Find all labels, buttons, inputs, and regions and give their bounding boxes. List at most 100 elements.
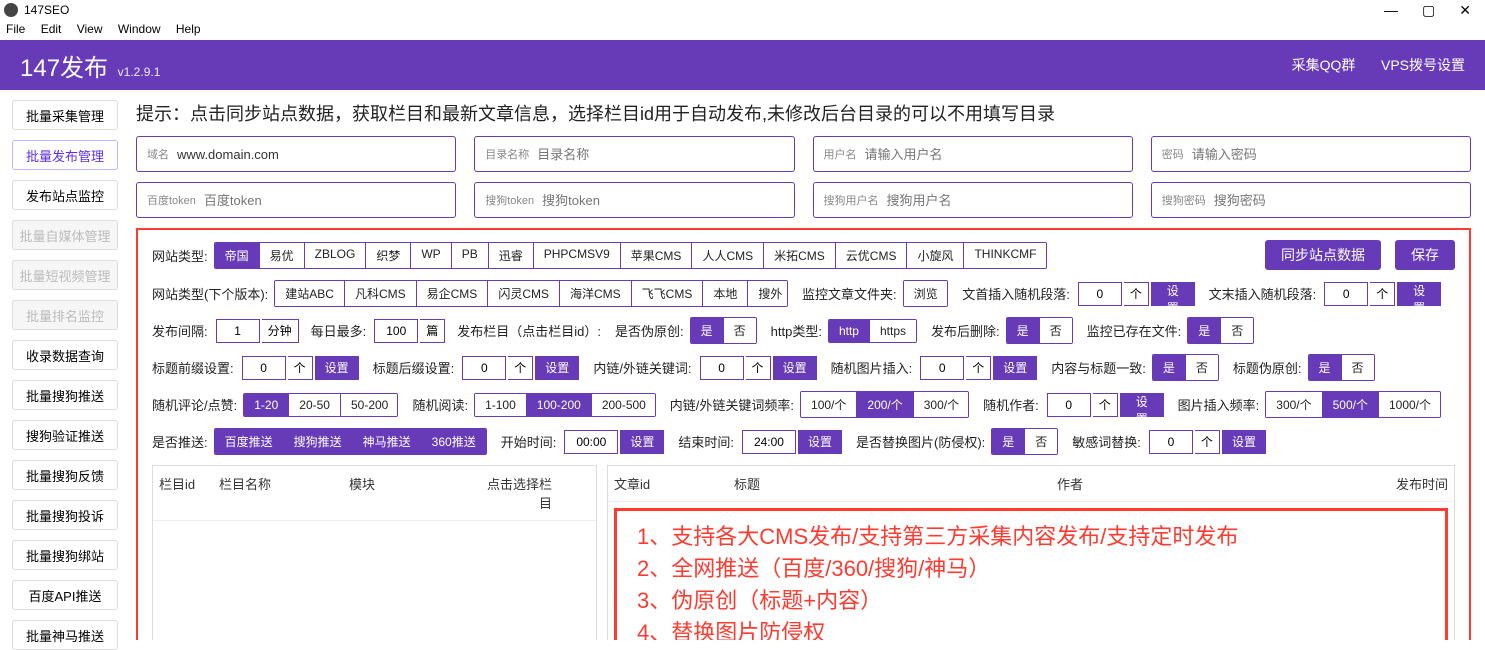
pill-option[interactable]: 1-100 bbox=[475, 394, 527, 416]
sidebar-item[interactable]: 搜狗验证推送 bbox=[12, 420, 118, 450]
sidebar-item[interactable]: 批量搜狗推送 bbox=[12, 380, 118, 410]
maximize-button[interactable]: ▢ bbox=[1422, 2, 1435, 19]
input-field[interactable]: 用户名 bbox=[813, 136, 1133, 172]
input-field[interactable]: 密码 bbox=[1151, 136, 1471, 172]
pill-option[interactable]: 是 bbox=[1188, 318, 1221, 343]
menu-edit[interactable]: Edit bbox=[41, 22, 62, 36]
pill-option[interactable]: 是 bbox=[1007, 318, 1040, 343]
sidebar-item[interactable]: 批量短视频管理 bbox=[12, 260, 118, 290]
pill-option[interactable]: 300/个 bbox=[914, 392, 969, 417]
end-time-set[interactable]: 设置 bbox=[798, 430, 842, 454]
pill-option[interactable]: 是 bbox=[1309, 355, 1342, 380]
pill-option[interactable]: 人人CMS bbox=[692, 243, 764, 268]
pill-option[interactable]: 50-200 bbox=[341, 394, 398, 416]
pill-option[interactable]: 神马推送 bbox=[353, 429, 422, 454]
prefix-input[interactable] bbox=[242, 356, 286, 380]
pill-option[interactable]: 苹果CMS bbox=[621, 243, 693, 268]
sidebar-item[interactable]: 发布站点监控 bbox=[12, 180, 118, 210]
pill-option[interactable]: 200-500 bbox=[592, 394, 656, 416]
pill-option[interactable]: 飞飞CMS bbox=[632, 281, 704, 306]
sidebar-item[interactable]: 百度API推送 bbox=[12, 580, 118, 610]
pill-option[interactable]: 100/个 bbox=[801, 392, 857, 417]
monitor-exist-toggle[interactable]: 是否 bbox=[1187, 317, 1254, 344]
input-field[interactable]: 百度token bbox=[136, 182, 456, 218]
suffix-input[interactable] bbox=[462, 356, 506, 380]
input-field[interactable]: 目录名称 bbox=[474, 136, 794, 172]
delete-after-toggle[interactable]: 是否 bbox=[1006, 317, 1073, 344]
menu-help[interactable]: Help bbox=[176, 22, 201, 36]
pill-option[interactable]: 否 bbox=[1025, 429, 1057, 454]
suffix-set[interactable]: 设置 bbox=[535, 356, 579, 380]
pill-option[interactable]: 米拓CMS bbox=[764, 243, 836, 268]
pill-option[interactable]: 否 bbox=[1186, 355, 1218, 380]
inner-kw-set[interactable]: 设置 bbox=[773, 356, 817, 380]
sidebar-item[interactable]: 批量搜狗绑站 bbox=[12, 540, 118, 570]
pill-option[interactable]: 200/个 bbox=[857, 392, 913, 417]
pill-option[interactable]: 1-20 bbox=[244, 394, 289, 416]
pill-option[interactable]: PHPCMSV9 bbox=[534, 243, 621, 268]
input-field[interactable]: 搜狗密码 bbox=[1151, 182, 1471, 218]
sidebar-item[interactable]: 批量自媒体管理 bbox=[12, 220, 118, 250]
pill-option[interactable]: 小旋风 bbox=[907, 243, 964, 268]
pill-option[interactable]: 否 bbox=[1342, 355, 1374, 380]
pill-option[interactable]: 本地 bbox=[703, 281, 748, 306]
header-link-qq[interactable]: 采集QQ群 bbox=[1292, 57, 1356, 73]
start-time-set[interactable]: 设置 bbox=[620, 430, 664, 454]
input-field[interactable]: 搜狗用户名 bbox=[813, 182, 1133, 218]
sidebar-item[interactable]: 批量采集管理 bbox=[12, 100, 118, 130]
pill-option[interactable]: 帝国 bbox=[215, 243, 260, 268]
pill-option[interactable]: 凡科CMS bbox=[345, 281, 417, 306]
push-options[interactable]: 百度推送搜狗推送神马推送360推送 bbox=[214, 428, 487, 455]
rand-author-set[interactable]: 设置 bbox=[1120, 393, 1164, 417]
sens-set[interactable]: 设置 bbox=[1222, 430, 1266, 454]
articles-table[interactable]: 文章id 标题 作者 发布时间 1、支持各大CMS发布/支持第三方采集内容发布/… bbox=[607, 465, 1455, 640]
pill-option[interactable]: 易企CMS bbox=[417, 281, 489, 306]
http-type-toggle[interactable]: httphttps bbox=[828, 319, 917, 343]
pill-option[interactable]: WP bbox=[411, 243, 451, 268]
pill-option[interactable]: 迅睿 bbox=[489, 243, 534, 268]
img-freq-options[interactable]: 300/个500/个1000/个 bbox=[1265, 391, 1441, 418]
sidebar-item[interactable]: 批量发布管理 bbox=[12, 140, 118, 170]
pill-option[interactable]: 300/个 bbox=[1266, 392, 1322, 417]
menu-window[interactable]: Window bbox=[118, 22, 161, 36]
prefix-set[interactable]: 设置 bbox=[315, 356, 359, 380]
site-type-options[interactable]: 帝国易优ZBLOG织梦WPPB迅睿PHPCMSV9苹果CMS人人CMS米拓CMS… bbox=[214, 242, 1048, 269]
pill-option[interactable]: https bbox=[870, 320, 916, 342]
interval-input[interactable] bbox=[216, 319, 260, 343]
rand-read-options[interactable]: 1-100100-200200-500 bbox=[474, 393, 656, 417]
kw-freq-options[interactable]: 100/个200/个300/个 bbox=[800, 391, 969, 418]
pseudo-toggle[interactable]: 是否 bbox=[690, 317, 757, 344]
pill-option[interactable]: 海洋CMS bbox=[560, 281, 632, 306]
pill-option[interactable]: 否 bbox=[724, 318, 756, 343]
daily-max-input[interactable] bbox=[374, 319, 418, 343]
site-type-next-options[interactable]: 建站ABC凡科CMS易企CMS闪灵CMS海洋CMS飞飞CMS本地搜外 bbox=[274, 280, 788, 307]
pill-option[interactable]: 否 bbox=[1040, 318, 1072, 343]
pill-option[interactable]: ZBLOG bbox=[305, 243, 367, 268]
pill-option[interactable]: 100-200 bbox=[527, 394, 592, 416]
input-field[interactable]: 域名 bbox=[136, 136, 456, 172]
pill-option[interactable]: PB bbox=[452, 243, 489, 268]
pill-option[interactable]: 易优 bbox=[260, 243, 305, 268]
rand-author-input[interactable] bbox=[1047, 393, 1091, 417]
replace-img-toggle[interactable]: 是否 bbox=[991, 428, 1058, 455]
pill-option[interactable]: 闪灵CMS bbox=[488, 281, 560, 306]
insert-tail-set[interactable]: 设置 bbox=[1397, 282, 1441, 306]
pill-option[interactable]: 是 bbox=[992, 429, 1025, 454]
pill-option[interactable]: 云优CMS bbox=[836, 243, 908, 268]
sidebar-item[interactable]: 批量搜狗反馈 bbox=[12, 460, 118, 490]
pill-option[interactable]: 搜狗推送 bbox=[284, 429, 353, 454]
sens-input[interactable] bbox=[1149, 430, 1193, 454]
insert-tail-input[interactable] bbox=[1324, 282, 1368, 306]
rand-img-input[interactable] bbox=[920, 356, 964, 380]
insert-head-set[interactable]: 设置 bbox=[1151, 282, 1195, 306]
pill-option[interactable]: 是 bbox=[691, 318, 724, 343]
pill-option[interactable]: 织梦 bbox=[366, 243, 411, 268]
start-time-input[interactable] bbox=[564, 430, 618, 454]
pill-option[interactable]: 1000/个 bbox=[1379, 392, 1441, 417]
sync-button[interactable]: 同步站点数据 bbox=[1265, 240, 1381, 270]
title-pseudo-toggle[interactable]: 是否 bbox=[1308, 354, 1375, 381]
pill-option[interactable]: 360推送 bbox=[422, 429, 486, 454]
pill-option[interactable]: 是 bbox=[1153, 355, 1186, 380]
menu-file[interactable]: File bbox=[6, 22, 25, 36]
pill-option[interactable]: 百度推送 bbox=[215, 429, 284, 454]
